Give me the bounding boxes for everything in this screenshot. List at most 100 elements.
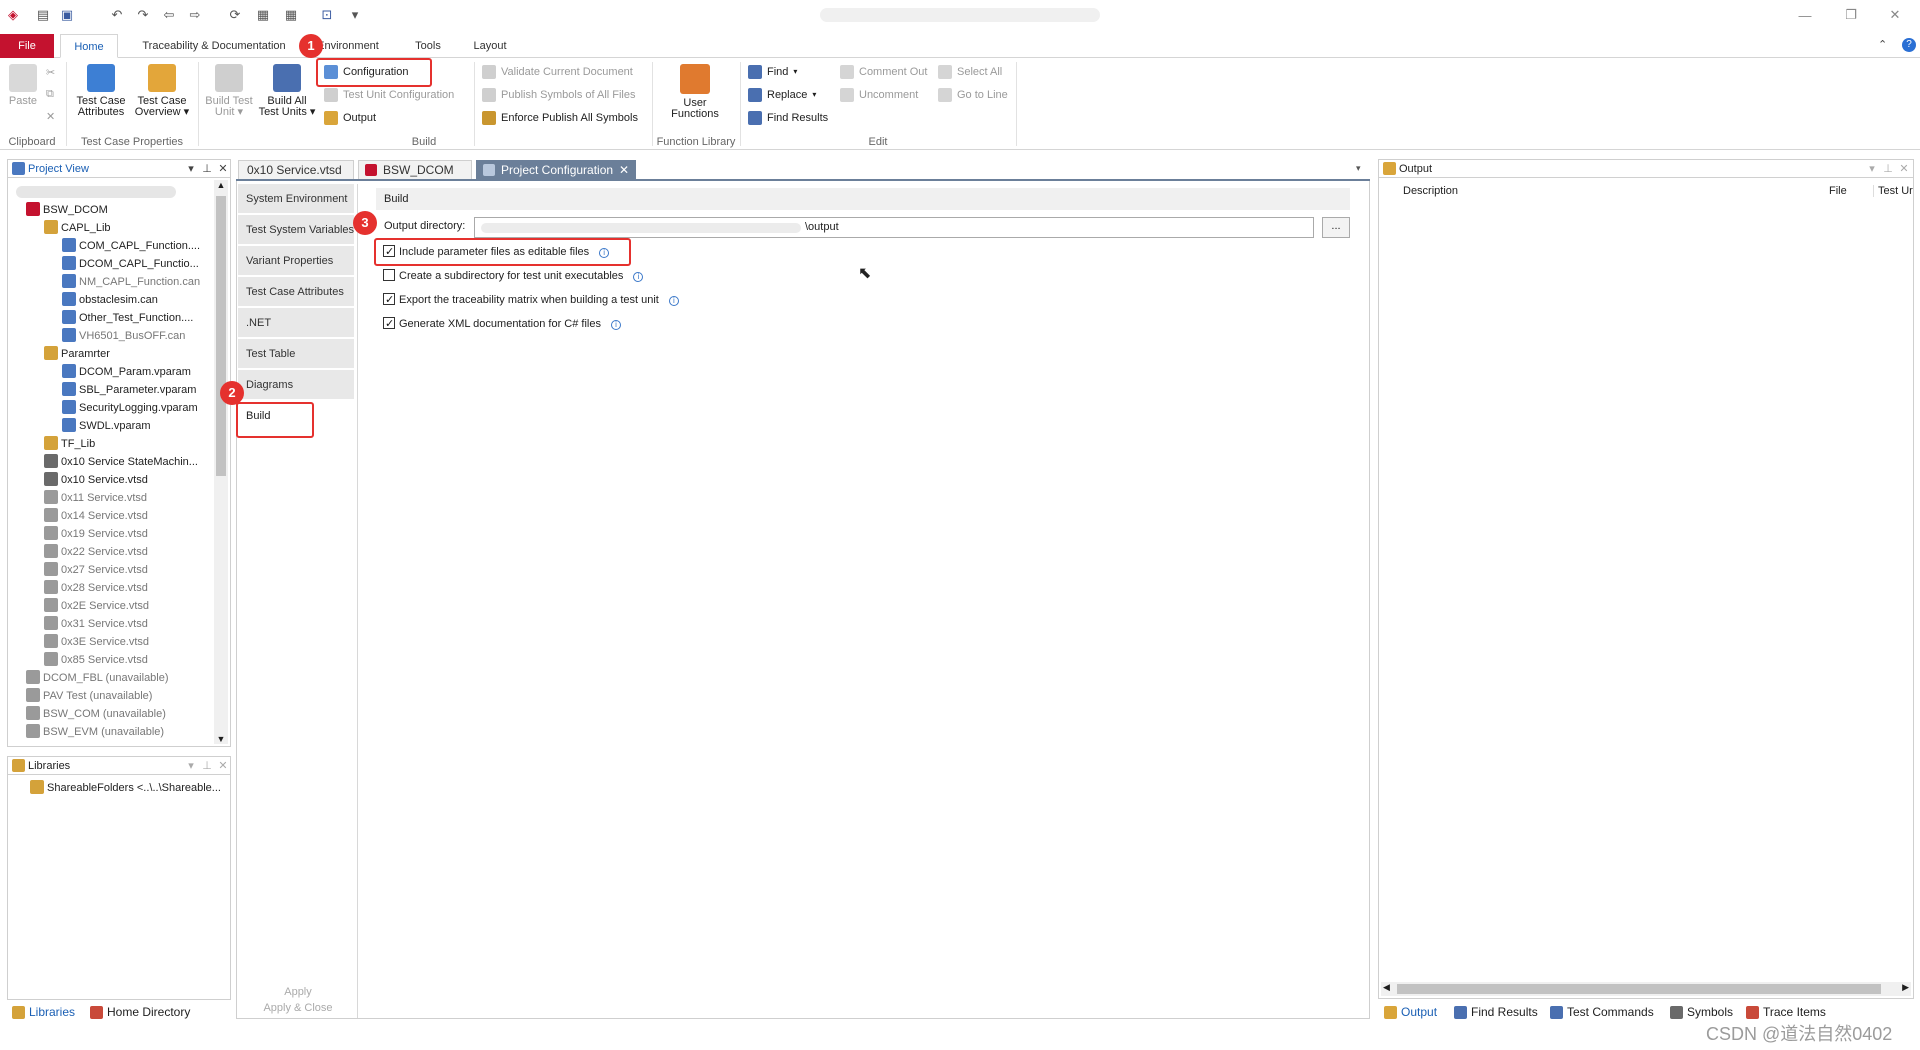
dropdown-icon[interactable]: ▾ bbox=[184, 160, 198, 178]
config-nav-item[interactable]: Test System Variables bbox=[238, 215, 354, 245]
doc-tab-0x10-service[interactable]: 0x10 Service.vtsd bbox=[238, 160, 354, 179]
new-file-icon[interactable]: ▤ bbox=[34, 6, 52, 24]
generate-xml-documentation-option[interactable]: Generate XML documentation for C# filesi bbox=[383, 315, 621, 333]
config-nav-item[interactable]: Test Table bbox=[238, 339, 354, 369]
project-view-scrollbar[interactable]: ▲ ▼ bbox=[214, 180, 228, 744]
restore-icon[interactable]: ❐ bbox=[1836, 4, 1866, 26]
doc-tab-bsw-dcom[interactable]: BSW_DCOM bbox=[358, 160, 472, 179]
tab-find-results[interactable]: Find Results bbox=[1454, 1004, 1538, 1020]
create-subdirectory-checkbox[interactable] bbox=[383, 269, 395, 281]
help-icon[interactable]: ? bbox=[1902, 38, 1916, 52]
config-nav-item[interactable]: .NET bbox=[238, 308, 354, 338]
tab-symbols[interactable]: Symbols bbox=[1670, 1004, 1733, 1020]
tree-item[interactable]: SWDL.vparam bbox=[62, 417, 151, 435]
undo-icon[interactable]: ↶ bbox=[108, 6, 126, 24]
tree-item[interactable]: BSW_DCOM bbox=[26, 201, 108, 219]
copy-icon[interactable]: ⧉ bbox=[46, 88, 54, 101]
close-icon[interactable]: ✕ bbox=[1880, 4, 1910, 26]
config-nav-item[interactable]: Test Case Attributes bbox=[238, 277, 354, 307]
build-test-unit-button[interactable]: Build Test Unit ▾ bbox=[204, 64, 254, 118]
tab-home[interactable]: Home bbox=[60, 34, 118, 58]
tree-item[interactable]: Paramrter bbox=[44, 345, 110, 363]
forward-icon[interactable]: ⇨ bbox=[186, 6, 204, 24]
paste-button[interactable]: Paste bbox=[6, 64, 40, 107]
save-icon[interactable]: ▣ bbox=[58, 6, 76, 24]
close-panel-icon[interactable]: ✕ bbox=[1897, 160, 1911, 178]
export-traceability-checkbox[interactable] bbox=[383, 291, 395, 309]
tab-tools[interactable]: Tools bbox=[404, 34, 452, 58]
pin-icon[interactable]: ⊥ bbox=[200, 757, 214, 775]
tree-item[interactable]: obstaclesim.can bbox=[62, 291, 158, 309]
tree-item[interactable]: 0x19 Service.vtsd bbox=[44, 525, 148, 543]
generate-xml-checkbox[interactable] bbox=[383, 315, 395, 333]
collapse-ribbon-icon[interactable]: ⌃ bbox=[1878, 38, 1887, 51]
test-case-attributes-button[interactable]: Test Case Attributes bbox=[74, 64, 128, 118]
tab-traceability[interactable]: Traceability & Documentation bbox=[128, 34, 300, 58]
build-icon[interactable]: ▦ bbox=[254, 6, 272, 24]
tree-item[interactable]: 0x10 Service StateMachin... bbox=[44, 453, 198, 471]
tree-item[interactable]: DCOM_Param.vparam bbox=[62, 363, 191, 381]
tree-item[interactable]: 0x11 Service.vtsd bbox=[44, 489, 147, 507]
redo-icon[interactable]: ↷ bbox=[134, 6, 152, 24]
info-icon[interactable]: i bbox=[668, 296, 679, 306]
create-subdirectory-option[interactable]: Create a subdirectory for test unit exec… bbox=[383, 267, 644, 285]
scroll-right-icon[interactable]: ▶ bbox=[1902, 982, 1909, 993]
tree-item[interactable]: PAV Test (unavailable) bbox=[26, 687, 152, 705]
doc-tabs-dropdown-icon[interactable]: ▾ bbox=[1356, 163, 1361, 174]
tab-output[interactable]: Output bbox=[1384, 1004, 1437, 1020]
test-unit-configuration-button[interactable]: Test Unit Configuration bbox=[324, 86, 454, 104]
scroll-thumb[interactable] bbox=[216, 196, 226, 476]
delete-icon[interactable]: ✕ bbox=[46, 110, 55, 123]
export-traceability-option[interactable]: Export the traceability matrix when buil… bbox=[383, 291, 679, 309]
browse-button[interactable]: ... bbox=[1322, 217, 1350, 238]
scroll-thumb[interactable] bbox=[1397, 984, 1881, 994]
close-tab-icon[interactable]: ✕ bbox=[619, 161, 629, 180]
column-test-unit[interactable]: Test Ur bbox=[1873, 185, 1913, 197]
refresh-icon[interactable]: ⟳ bbox=[226, 6, 244, 24]
tree-item[interactable]: 0x10 Service.vtsd bbox=[44, 471, 148, 489]
close-panel-icon[interactable]: ✕ bbox=[216, 757, 230, 775]
column-description[interactable]: Description bbox=[1403, 185, 1458, 197]
tree-item[interactable]: CAPL_Lib bbox=[44, 219, 111, 237]
tree-item[interactable]: DCOM_CAPL_Functio... bbox=[62, 255, 199, 273]
build-all-test-units-button[interactable]: Build All Test Units ▾ bbox=[258, 64, 316, 118]
scroll-left-icon[interactable]: ◀ bbox=[1383, 982, 1390, 993]
test-case-overview-button[interactable]: Test Case Overview ▾ bbox=[134, 64, 190, 118]
replace-button[interactable]: Replace ▾ bbox=[748, 86, 816, 104]
go-to-line-button[interactable]: Go to Line bbox=[938, 86, 1008, 104]
config-nav-item[interactable]: Variant Properties bbox=[238, 246, 354, 276]
tree-item[interactable]: VH6501_BusOFF.can bbox=[62, 327, 185, 345]
tree-item[interactable]: BSW_EVM (unavailable) bbox=[26, 723, 164, 741]
info-icon[interactable]: i bbox=[610, 320, 621, 330]
comment-out-button[interactable]: Comment Out bbox=[840, 63, 927, 81]
config-nav-item[interactable]: Diagrams bbox=[238, 370, 354, 400]
build-all-icon[interactable]: ▦ bbox=[282, 6, 300, 24]
user-functions-button[interactable]: User Functions bbox=[664, 64, 726, 120]
select-all-button[interactable]: Select All bbox=[938, 63, 1002, 81]
tab-home-directory[interactable]: Home Directory bbox=[90, 1004, 190, 1020]
tree-item[interactable]: 0x85 Service.vtsd bbox=[44, 651, 148, 669]
tree-item[interactable]: 0x2E Service.vtsd bbox=[44, 597, 149, 615]
tree-item[interactable]: COM_CAPL_Function.... bbox=[62, 237, 200, 255]
tree-item[interactable]: Other_Test_Function.... bbox=[62, 309, 193, 327]
output-horizontal-scrollbar[interactable]: ◀ ▶ bbox=[1381, 982, 1911, 996]
doc-tab-project-configuration[interactable]: Project Configuration ✕ bbox=[476, 160, 636, 179]
apply-button[interactable]: Apply bbox=[238, 986, 358, 998]
tree-item[interactable]: 0x3E Service.vtsd bbox=[44, 633, 149, 651]
cut-icon[interactable]: ✂ bbox=[46, 66, 55, 79]
tree-item[interactable]: 0x27 Service.vtsd bbox=[44, 561, 148, 579]
uncomment-button[interactable]: Uncomment bbox=[840, 86, 918, 104]
pin-icon[interactable]: ⊥ bbox=[1881, 160, 1895, 178]
tree-item[interactable]: SecurityLogging.vparam bbox=[62, 399, 198, 417]
back-icon[interactable]: ⇦ bbox=[160, 6, 178, 24]
tree-item[interactable]: SBL_Parameter.vparam bbox=[62, 381, 196, 399]
publish-symbols-button[interactable]: Publish Symbols of All Files bbox=[482, 86, 636, 104]
dropdown-icon[interactable]: ▾ bbox=[1865, 160, 1879, 178]
tree-item[interactable]: 0x31 Service.vtsd bbox=[44, 615, 148, 633]
export-icon[interactable]: ⊡ bbox=[318, 6, 336, 24]
output-button[interactable]: Output bbox=[324, 109, 376, 127]
scroll-up-icon[interactable]: ▲ bbox=[214, 180, 228, 190]
column-file[interactable]: File bbox=[1829, 185, 1847, 197]
config-nav-item[interactable]: System Environment bbox=[238, 184, 354, 214]
minimize-icon[interactable]: — bbox=[1790, 4, 1820, 26]
